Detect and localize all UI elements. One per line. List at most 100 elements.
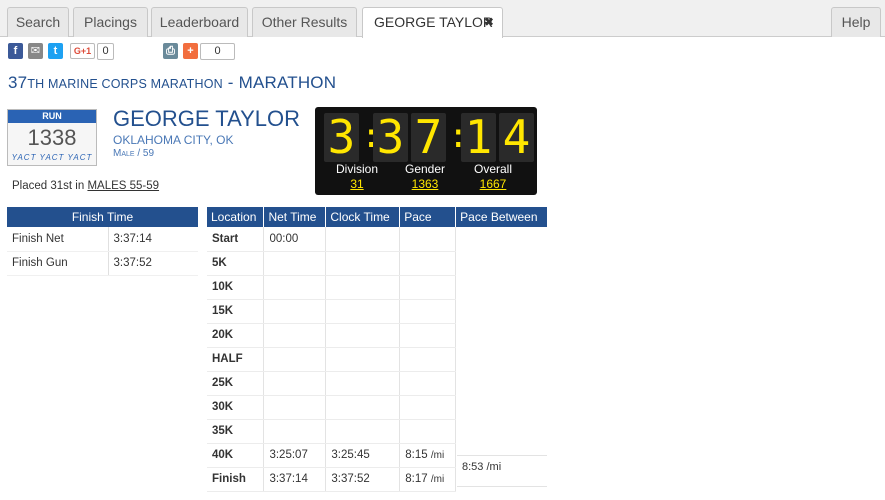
split-clock-time bbox=[325, 251, 401, 276]
table-row: Finish Gun 3:37:52 bbox=[7, 251, 198, 276]
split-location: 10K bbox=[207, 275, 265, 300]
table-row: 35K bbox=[207, 419, 548, 444]
event-title: 37TH MARINE CORPS MARATHON - MARATHON bbox=[8, 73, 336, 93]
event-title-name: TH MARINE CORPS MARATHON bbox=[27, 77, 223, 91]
scoreboard-digit: 4 bbox=[499, 113, 534, 162]
split-pace: 8:15 /mi bbox=[399, 443, 457, 468]
tab-bar: Search Placings Leaderboard Other Result… bbox=[0, 0, 885, 38]
split-location: HALF bbox=[207, 347, 265, 372]
overall-label: Overall bbox=[473, 162, 512, 176]
event-title-num: 37 bbox=[8, 73, 28, 92]
print-icon[interactable]: ⎙ bbox=[163, 43, 178, 59]
splits-table: Location Net Time Clock Time Pace Pace B… bbox=[207, 207, 548, 492]
email-icon[interactable]: ✉ bbox=[28, 43, 43, 59]
tab-runner-label: GEORGE TAYLOR bbox=[374, 14, 494, 30]
split-net-time bbox=[263, 251, 327, 276]
finish-time-header: Finish Time bbox=[7, 207, 198, 227]
split-clock-time bbox=[325, 227, 401, 252]
split-location: 25K bbox=[207, 371, 265, 396]
split-clock-time bbox=[325, 275, 401, 300]
gplus-count: 0 bbox=[97, 43, 114, 60]
scoreboard-digit: 3 bbox=[324, 113, 359, 162]
split-pace-between bbox=[456, 371, 548, 395]
split-pace-between bbox=[456, 395, 548, 419]
finish-label: Finish Gun bbox=[7, 251, 109, 276]
split-pace bbox=[399, 419, 457, 444]
finish-value: 3:37:14 bbox=[108, 227, 198, 252]
split-clock-time bbox=[325, 371, 401, 396]
table-row: 20K bbox=[207, 323, 548, 348]
col-location: Location bbox=[207, 207, 265, 227]
split-pace bbox=[399, 299, 457, 324]
split-location: Finish bbox=[207, 467, 265, 492]
finish-value: 3:37:52 bbox=[108, 251, 198, 276]
split-location: 15K bbox=[207, 299, 265, 324]
split-pace-between bbox=[456, 251, 548, 275]
split-pace-between bbox=[456, 419, 548, 443]
split-location: 5K bbox=[207, 251, 265, 276]
google-plus-icon[interactable]: G+1 bbox=[70, 43, 95, 59]
split-net-time bbox=[263, 395, 327, 420]
scoreboard-colon: : bbox=[361, 116, 382, 156]
split-net-time bbox=[263, 323, 327, 348]
split-net-time: 3:25:07 bbox=[263, 443, 327, 468]
bib-brand: YACT YACT YACT bbox=[11, 153, 93, 162]
split-location: 30K bbox=[207, 395, 265, 420]
col-clock-time: Clock Time bbox=[325, 207, 401, 227]
split-clock-time bbox=[325, 395, 401, 420]
runner-name: GEORGE TAYLOR bbox=[113, 106, 301, 131]
event-title-race: - MARATHON bbox=[222, 73, 337, 92]
split-clock-time bbox=[325, 347, 401, 372]
table-row: 25K bbox=[207, 371, 548, 396]
col-pace-between: Pace Between bbox=[455, 207, 548, 227]
col-net-time: Net Time bbox=[263, 207, 327, 227]
split-pace bbox=[399, 347, 457, 372]
split-clock-time bbox=[325, 299, 401, 324]
scoreboard-digit: 3 bbox=[373, 113, 408, 162]
division-link[interactable]: MALES 55-59 bbox=[87, 180, 159, 192]
tab-search[interactable]: Search bbox=[7, 7, 69, 37]
pace-between-time: 8:53 bbox=[462, 461, 484, 473]
tab-other-results[interactable]: Other Results bbox=[252, 7, 357, 37]
bib-image: RUN 1338 YACT YACT YACT bbox=[7, 109, 97, 166]
table-row: Finish Net 3:37:14 bbox=[7, 227, 198, 252]
split-pace bbox=[399, 395, 457, 420]
scoreboard-digit: 7 bbox=[411, 113, 446, 162]
scoreboard-digit: 1 bbox=[461, 113, 496, 162]
split-location: 35K bbox=[207, 419, 265, 444]
close-icon[interactable]: ✖ bbox=[484, 8, 494, 36]
division-place-link[interactable]: 31 bbox=[327, 177, 387, 191]
split-net-time: 3:37:14 bbox=[263, 467, 327, 492]
division-label: Division bbox=[335, 162, 378, 176]
table-row: 15K bbox=[207, 299, 548, 324]
split-pace-between bbox=[456, 227, 548, 251]
placed-text: Placed 31st in MALES 55-59 bbox=[12, 180, 159, 192]
table-row: Start 00:00 bbox=[207, 227, 548, 252]
split-location: 40K bbox=[207, 443, 265, 468]
split-location: 20K bbox=[207, 323, 265, 348]
tab-runner[interactable]: GEORGE TAYLOR ✖ bbox=[362, 7, 503, 38]
help-button[interactable]: Help bbox=[831, 7, 881, 37]
bib-label: RUN bbox=[8, 110, 96, 123]
gender-place-link[interactable]: 1363 bbox=[395, 177, 455, 191]
split-pace-between bbox=[456, 323, 548, 347]
split-net-time bbox=[263, 299, 327, 324]
split-clock-time bbox=[325, 323, 401, 348]
tab-placings[interactable]: Placings bbox=[73, 7, 148, 37]
facebook-icon[interactable]: f bbox=[8, 43, 23, 59]
scoreboard: 3 : 3 7 : 1 4 Division 31 Gender 1363 Ov… bbox=[315, 107, 537, 195]
split-pace-between bbox=[456, 347, 548, 371]
split-location: Start bbox=[207, 227, 265, 252]
split-pace-between bbox=[456, 275, 548, 299]
twitter-icon[interactable]: t bbox=[48, 43, 63, 59]
runner-city: OKLAHOMA CITY, OK bbox=[113, 133, 234, 147]
overall-place-link[interactable]: 1667 bbox=[463, 177, 523, 191]
split-net-time bbox=[263, 275, 327, 300]
split-pace bbox=[399, 227, 457, 252]
split-pace-unit: /mi bbox=[430, 450, 445, 461]
split-pace-value: 8:17 bbox=[405, 473, 428, 485]
split-pace: 8:17 /mi bbox=[399, 467, 457, 492]
table-row: 5K bbox=[207, 251, 548, 276]
tab-leaderboard[interactable]: Leaderboard bbox=[151, 7, 248, 37]
add-icon[interactable]: + bbox=[183, 43, 198, 59]
